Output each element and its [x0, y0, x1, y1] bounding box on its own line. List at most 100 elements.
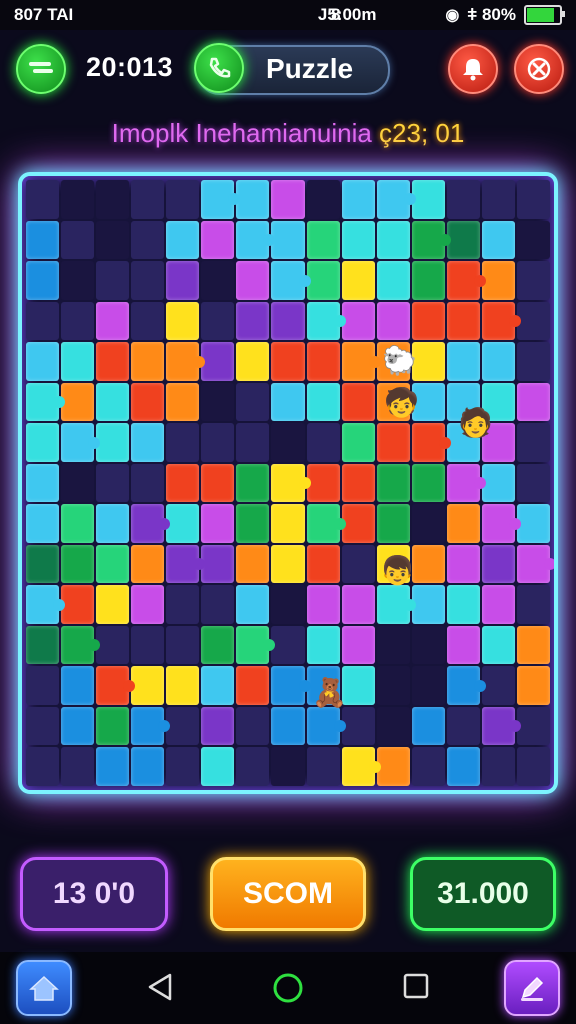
puzzle-piece[interactable] — [96, 423, 130, 462]
puzzle-piece[interactable] — [306, 706, 346, 746]
puzzle-piece[interactable] — [166, 382, 200, 422]
puzzle-piece[interactable] — [411, 504, 445, 543]
puzzle-piece[interactable] — [341, 423, 375, 462]
puzzle-piece[interactable] — [61, 301, 95, 341]
puzzle-piece[interactable] — [411, 544, 445, 584]
puzzle-piece[interactable] — [446, 504, 480, 543]
puzzle-piece[interactable] — [166, 261, 200, 300]
puzzle-piece[interactable] — [481, 666, 515, 705]
puzzle-piece[interactable] — [26, 301, 60, 341]
puzzle-piece[interactable] — [131, 504, 171, 543]
puzzle-piece[interactable] — [481, 706, 521, 746]
puzzle-piece[interactable] — [271, 301, 305, 341]
puzzle-piece[interactable] — [516, 220, 550, 260]
puzzle-piece[interactable] — [96, 625, 130, 665]
puzzle-piece[interactable] — [26, 463, 60, 503]
puzzle-piece[interactable] — [341, 706, 375, 746]
puzzle-piece[interactable] — [201, 261, 235, 300]
character-piece[interactable]: 🧸 — [312, 676, 347, 709]
home-circle-icon[interactable] — [272, 972, 304, 1004]
puzzle-piece[interactable] — [236, 220, 276, 260]
puzzle-piece[interactable] — [341, 585, 375, 624]
puzzle-piece[interactable] — [446, 585, 480, 624]
puzzle-piece[interactable] — [411, 301, 445, 341]
puzzle-piece[interactable] — [236, 666, 270, 705]
puzzle-piece[interactable] — [411, 220, 451, 260]
puzzle-piece[interactable] — [411, 423, 451, 462]
puzzle-piece[interactable] — [26, 220, 60, 260]
puzzle-piece[interactable] — [341, 382, 375, 422]
puzzle-piece[interactable] — [131, 666, 165, 705]
puzzle-piece[interactable] — [271, 382, 305, 422]
puzzle-piece[interactable] — [341, 261, 375, 300]
puzzle-piece[interactable] — [341, 625, 375, 665]
puzzle-piece[interactable] — [26, 585, 66, 624]
puzzle-grid[interactable] — [26, 180, 554, 786]
puzzle-piece[interactable] — [61, 180, 95, 219]
edit-button[interactable] — [504, 960, 560, 1016]
character-piece[interactable]: 🐑 — [382, 344, 417, 377]
puzzle-piece[interactable] — [26, 382, 66, 422]
puzzle-piece[interactable] — [341, 504, 375, 543]
puzzle-piece[interactable] — [236, 301, 270, 341]
puzzle-piece[interactable] — [166, 463, 200, 503]
puzzle-piece[interactable] — [411, 180, 445, 219]
puzzle-piece[interactable] — [306, 544, 340, 584]
puzzle-piece[interactable] — [376, 666, 410, 705]
puzzle-piece[interactable] — [201, 504, 235, 543]
character-piece[interactable]: 🧑 — [458, 406, 493, 439]
puzzle-piece[interactable] — [166, 544, 206, 584]
puzzle-piece[interactable] — [516, 423, 550, 462]
puzzle-piece[interactable] — [201, 220, 235, 260]
puzzle-piece[interactable] — [96, 666, 136, 705]
puzzle-piece[interactable] — [446, 220, 480, 260]
puzzle-piece[interactable] — [96, 585, 130, 624]
puzzle-piece[interactable] — [26, 504, 60, 543]
puzzle-piece[interactable] — [96, 382, 130, 422]
puzzle-piece[interactable] — [96, 301, 130, 341]
puzzle-piece[interactable] — [481, 747, 515, 786]
puzzle-piece[interactable] — [61, 544, 95, 584]
puzzle-piece[interactable] — [271, 625, 305, 665]
puzzle-piece[interactable] — [26, 544, 60, 584]
puzzle-piece[interactable] — [376, 220, 410, 260]
puzzle-piece[interactable] — [166, 220, 200, 260]
puzzle-piece[interactable] — [411, 747, 445, 786]
puzzle-piece[interactable] — [271, 544, 305, 584]
puzzle-piece[interactable] — [481, 544, 515, 584]
puzzle-piece[interactable] — [271, 220, 305, 260]
puzzle-piece[interactable] — [306, 382, 340, 422]
puzzle-piece[interactable] — [96, 220, 130, 260]
puzzle-piece[interactable] — [411, 261, 445, 300]
puzzle-piece[interactable] — [516, 706, 550, 746]
puzzle-piece[interactable] — [446, 261, 486, 300]
puzzle-piece[interactable] — [131, 382, 165, 422]
puzzle-piece[interactable] — [271, 585, 305, 624]
puzzle-piece[interactable] — [236, 261, 270, 300]
puzzle-piece[interactable] — [236, 463, 270, 503]
puzzle-piece[interactable] — [306, 423, 340, 462]
puzzle-piece[interactable] — [61, 625, 101, 665]
puzzle-piece[interactable] — [96, 261, 130, 300]
puzzle-piece[interactable] — [61, 382, 95, 422]
puzzle-piece[interactable] — [131, 706, 171, 746]
puzzle-piece[interactable] — [166, 504, 200, 543]
puzzle-piece[interactable] — [481, 585, 515, 624]
puzzle-piece[interactable] — [131, 544, 165, 584]
puzzle-piece[interactable] — [236, 625, 276, 665]
puzzle-piece[interactable] — [376, 423, 410, 462]
close-button[interactable] — [514, 44, 564, 94]
puzzle-piece[interactable] — [201, 625, 235, 665]
puzzle-piece[interactable] — [61, 342, 95, 381]
character-piece[interactable]: 🧒 — [384, 386, 419, 419]
puzzle-piece[interactable] — [96, 504, 130, 543]
puzzle-piece[interactable] — [516, 625, 550, 665]
puzzle-piece[interactable] — [516, 180, 550, 219]
puzzle-piece[interactable] — [131, 463, 165, 503]
puzzle-piece[interactable] — [341, 747, 381, 786]
puzzle-piece[interactable] — [26, 261, 60, 300]
puzzle-piece[interactable] — [446, 706, 480, 746]
puzzle-piece[interactable] — [96, 180, 130, 219]
puzzle-piece[interactable] — [131, 747, 165, 786]
puzzle-piece[interactable] — [201, 585, 235, 624]
